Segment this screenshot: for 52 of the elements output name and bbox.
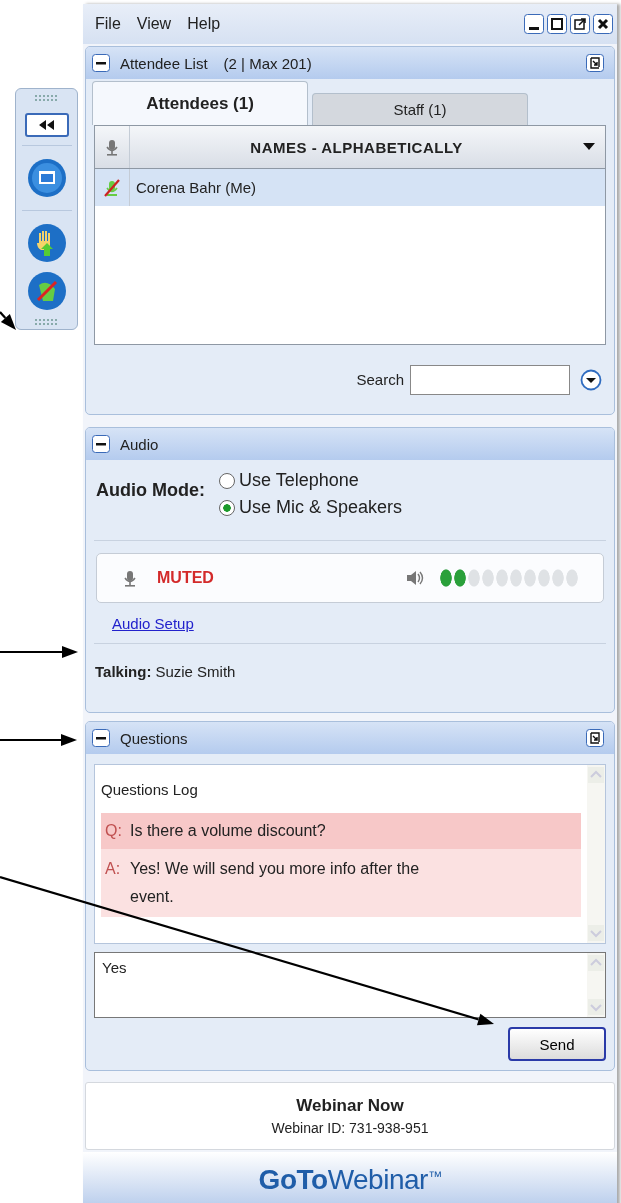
search-field[interactable] <box>410 364 570 395</box>
radio-option[interactable]: Use Telephone <box>219 470 359 491</box>
close-icon[interactable] <box>593 14 613 34</box>
entry-text: Is there a volume discount? <box>130 821 327 841</box>
logo: GoToWebinar$^{™}$ <box>258 1163 442 1196</box>
attendee-name: Corena Bahr (Me) <box>135 179 257 196</box>
talking-text: Talking: Suzie Smith <box>94 661 237 682</box>
attendee-count: (2 | Max 201) <box>223 54 312 72</box>
column-header[interactable]: NAMES - ALPHABETICALLY <box>95 126 605 169</box>
minimize-icon[interactable] <box>524 14 544 34</box>
double-arrow-icon <box>38 120 55 130</box>
panel-title: Audio <box>120 435 159 453</box>
webinar-name: Webinar Now <box>296 1096 404 1116</box>
panel-title: Questions <box>120 729 188 747</box>
collapse-icon[interactable] <box>92 54 110 72</box>
search-label: Search <box>356 371 404 388</box>
detach-icon[interactable] <box>586 54 604 72</box>
dropdown-arrow-icon[interactable] <box>583 143 595 151</box>
collapse-button[interactable] <box>24 113 69 137</box>
mute-status: MUTED <box>157 569 214 587</box>
grip-icon[interactable] <box>34 319 59 325</box>
mute-button[interactable] <box>26 271 67 311</box>
screen-button[interactable] <box>26 158 67 198</box>
microphone-icon <box>103 138 121 156</box>
tab[interactable]: Attendees (1) <box>92 81 308 125</box>
question-input[interactable]: Yes <box>94 952 606 1018</box>
entry-prefix: A: <box>105 859 122 879</box>
menu-item[interactable]: File <box>95 15 121 33</box>
raise-hand-button[interactable] <box>26 223 67 263</box>
speaker-icon <box>405 569 425 587</box>
audio-mode-label: Audio Mode: <box>96 480 205 502</box>
pop-out-icon[interactable] <box>570 14 590 34</box>
maximize-icon[interactable] <box>547 14 567 34</box>
detach-icon[interactable] <box>586 729 604 747</box>
dropdown-circle-icon[interactable] <box>580 368 602 391</box>
collapse-icon[interactable] <box>92 435 110 453</box>
entry-text: Yes! We will send you more info after the event. <box>130 859 421 907</box>
webinar-id: Webinar ID: 731-938-951 <box>271 1120 429 1136</box>
collapse-icon[interactable] <box>92 729 110 747</box>
entry-prefix: Q: <box>105 821 123 841</box>
annotation-arrow <box>0 311 16 330</box>
log-title: Questions Log <box>101 779 199 800</box>
attendee-row[interactable]: Corena Bahr (Me) <box>95 169 605 206</box>
menu-item[interactable]: Help <box>187 15 221 33</box>
microphone-icon <box>121 569 139 587</box>
tab[interactable]: Staff (1) <box>312 93 528 125</box>
menu-item[interactable]: View <box>136 15 172 33</box>
radio-option[interactable]: Use Mic & Speakers <box>219 497 403 518</box>
grip-icon[interactable] <box>34 95 59 101</box>
panel-title: Attendee List <box>120 54 208 72</box>
send-button[interactable]: Send <box>508 1027 606 1061</box>
audio-setup-link[interactable]: Audio Setup <box>112 614 194 632</box>
